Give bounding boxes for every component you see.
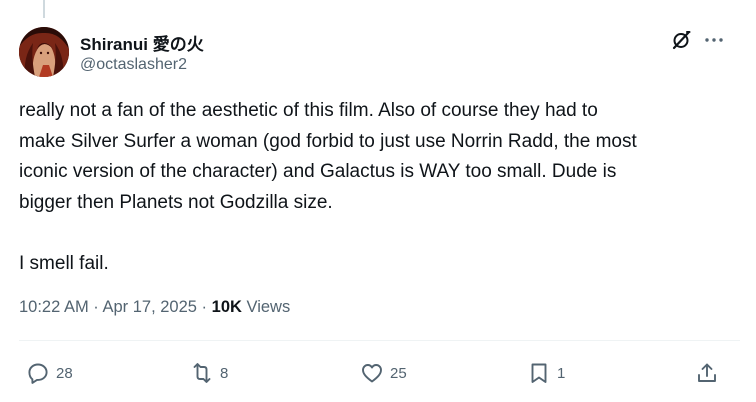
- tweet: Shiranui 愛の火 @octaslasher2 really not a …: [0, 0, 756, 402]
- like-button[interactable]: 25: [360, 361, 407, 385]
- reply-icon: [28, 363, 48, 384]
- like-icon: [362, 364, 382, 383]
- bookmark-button[interactable]: 1: [527, 361, 565, 385]
- post-timestamp[interactable]: 10:22 AM · Apr 17, 2025: [19, 298, 197, 316]
- post-text: really not a fan of the aesthetic of thi…: [19, 100, 637, 274]
- thread-line: [43, 0, 45, 18]
- repost-icon: [193, 363, 211, 383]
- author-display-name[interactable]: Shiranui 愛の火: [80, 30, 204, 55]
- author-handle[interactable]: @octaslasher2: [80, 56, 187, 74]
- avatar[interactable]: [19, 27, 69, 77]
- bookmark-count: 1: [557, 364, 566, 382]
- repost-count: 8: [220, 364, 229, 382]
- avatar-image: [19, 27, 69, 77]
- grok-icon[interactable]: [671, 30, 691, 50]
- divider: [19, 340, 740, 341]
- bookmark-icon: [531, 363, 547, 383]
- post-meta: 10:22 AM · Apr 17, 2025 · 10K Views: [19, 298, 290, 317]
- meta-separator: ·: [196, 298, 212, 316]
- reply-count: 28: [56, 364, 73, 382]
- share-button[interactable]: [695, 361, 719, 385]
- repost-button[interactable]: 8: [190, 361, 228, 385]
- reply-button[interactable]: 28: [26, 361, 73, 385]
- share-icon: [698, 363, 716, 382]
- views-count: 10K: [211, 298, 242, 316]
- like-count: 25: [390, 364, 407, 382]
- more-options-icon[interactable]: [703, 30, 725, 50]
- views-label: Views: [241, 298, 291, 316]
